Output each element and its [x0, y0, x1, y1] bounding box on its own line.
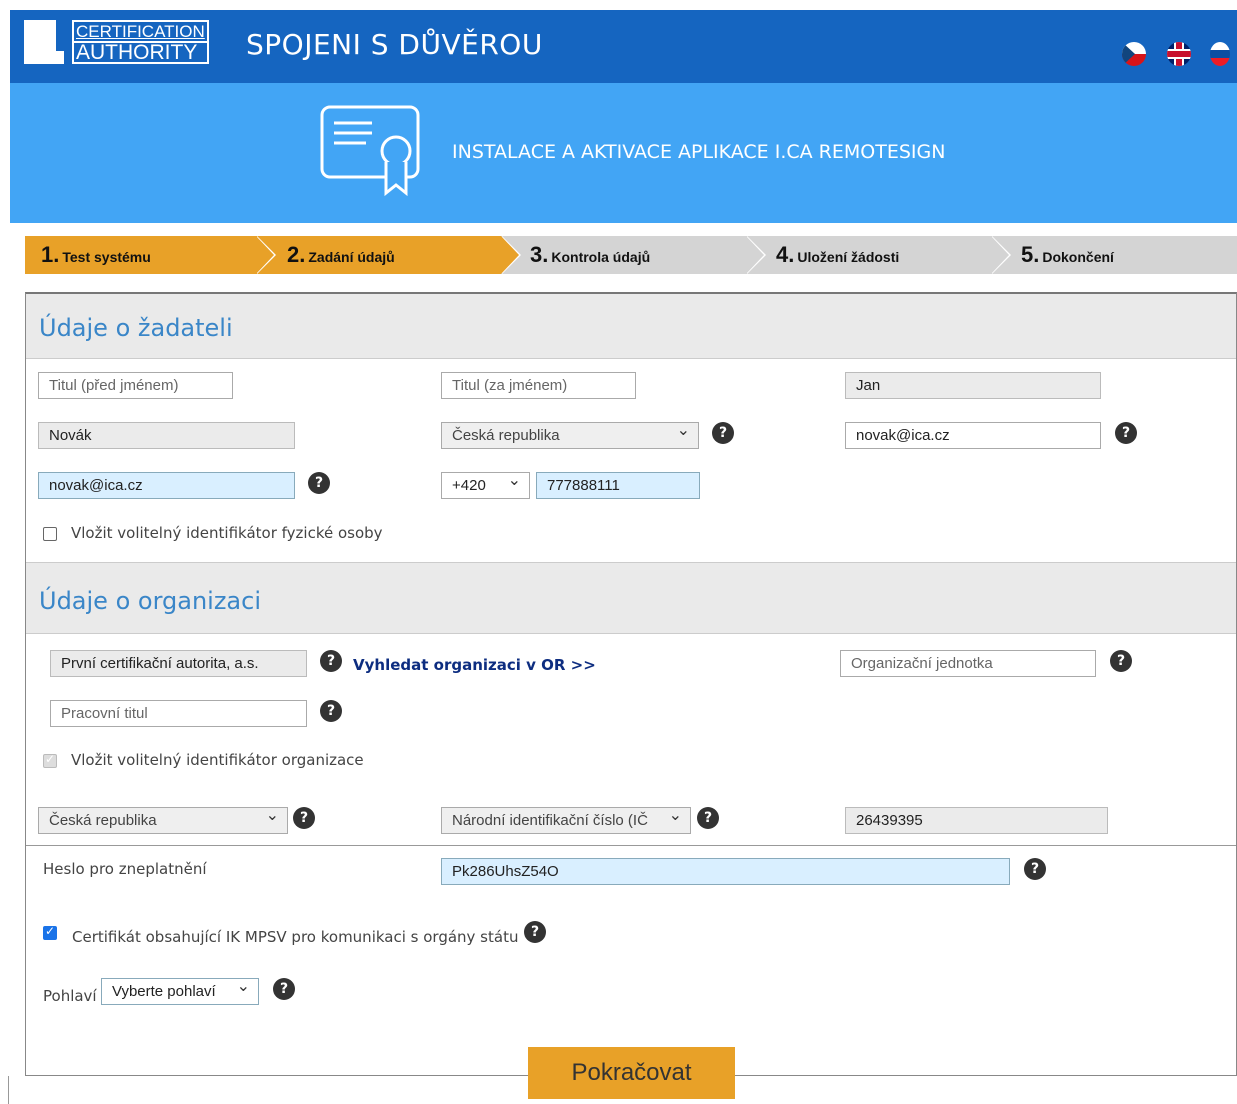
help-icon[interactable]: ?	[308, 472, 330, 494]
logo-text: CERTIFICATION AUTHORITY	[72, 20, 209, 64]
id-type-select[interactable]: Národní identifikační číslo (IČ	[441, 807, 691, 834]
uk-flag-icon[interactable]	[1167, 42, 1191, 66]
help-icon[interactable]: ?	[1115, 422, 1137, 444]
help-icon[interactable]: ?	[1024, 858, 1046, 880]
help-icon[interactable]: ?	[524, 921, 546, 943]
help-icon[interactable]: ?	[293, 807, 315, 829]
email-confirm-field[interactable]: novak@ica.cz	[38, 472, 295, 499]
search-organization-link[interactable]: Vyhledat organizaci v OR >>	[353, 656, 596, 674]
organization-id-field[interactable]: 26439395	[845, 807, 1108, 834]
sk-flag-icon[interactable]	[1210, 42, 1230, 66]
gender-select[interactable]: Vyberte pohlaví	[101, 978, 259, 1005]
ica-logo[interactable]: CERTIFICATION AUTHORITY	[24, 20, 209, 68]
mpsv-checkbox[interactable]	[43, 924, 57, 940]
step-label: Zadání údajů	[308, 249, 395, 265]
revocation-password-label: Heslo pro zneplatnění	[43, 860, 207, 878]
country-select[interactable]: Česká republika	[441, 422, 699, 449]
top-header-bar: CERTIFICATION AUTHORITY SPOJENI S DŮVĚRO…	[10, 10, 1237, 83]
applicant-optional-id-checkbox[interactable]	[43, 527, 57, 541]
help-icon[interactable]: ?	[320, 650, 342, 672]
revocation-password-field[interactable]: Pk286UhsZ54O	[441, 858, 1010, 885]
applicant-optional-id-label: Vložit volitelný identifikátor fyzické o…	[71, 524, 383, 542]
organization-heading: Údaje o organizaci	[39, 587, 261, 615]
help-icon[interactable]: ?	[697, 807, 719, 829]
divider	[26, 845, 1236, 846]
organization-country-select[interactable]: Česká republika	[38, 807, 288, 834]
progress-steps: 1. Test systému 2. Zadání údajů 3. Kontrola…	[25, 236, 1237, 274]
step-label: Test systému	[62, 249, 151, 265]
page-edge-line	[8, 1076, 9, 1104]
help-icon[interactable]: ?	[273, 978, 295, 1000]
first-name-field[interactable]: Jan	[845, 372, 1101, 399]
mpsv-label: Certifikát obsahující IK MPSV pro komuni…	[72, 928, 519, 946]
help-icon[interactable]: ?	[320, 700, 342, 722]
logo-line1: CERTIFICATION	[74, 22, 207, 41]
step-2: 2. Zadání údajů	[256, 236, 521, 274]
organization-optional-id-checkbox[interactable]	[43, 752, 57, 768]
applicant-heading: Údaje o žadateli	[39, 314, 233, 342]
continue-button[interactable]: Pokračovat	[528, 1047, 735, 1099]
organization-name-field[interactable]: První certifikační autorita, a.s.	[50, 650, 307, 677]
phone-prefix-select[interactable]: +420	[441, 472, 530, 499]
certificate-icon	[320, 105, 420, 197]
step-label: Kontrola údajů	[551, 249, 651, 265]
help-icon[interactable]: ?	[1110, 650, 1132, 672]
job-title-input[interactable]: Pracovní titul	[50, 700, 307, 727]
step-label: Dokončení	[1042, 249, 1114, 265]
page-heading: INSTALACE A AKTIVACE APLIKACE I.CA REMOT…	[452, 141, 946, 163]
step-label: Uložení žádosti	[797, 249, 900, 265]
email-field[interactable]: novak@ica.cz	[845, 422, 1101, 449]
last-name-field[interactable]: Novák	[38, 422, 295, 449]
organization-unit-input[interactable]: Organizační jednotka	[840, 650, 1096, 677]
logo-mark	[24, 20, 64, 64]
organization-section-header: Údaje o organizaci	[26, 562, 1236, 634]
cz-flag-icon[interactable]	[1122, 42, 1146, 66]
title-before-input[interactable]: Titul (před jménem)	[38, 372, 233, 399]
gender-label: Pohlaví	[43, 987, 97, 1005]
phone-field[interactable]: 777888111	[536, 472, 700, 499]
logo-line2: AUTHORITY	[74, 42, 207, 63]
title-after-input[interactable]: Titul (za jménem)	[441, 372, 636, 399]
applicant-section-header: Údaje o žadateli	[26, 294, 1236, 359]
application-form: Údaje o žadateli Titul (před jménem) Tit…	[25, 292, 1237, 1076]
brand-title: SPOJENI S DŮVĚROU	[246, 28, 543, 61]
help-icon[interactable]: ?	[712, 422, 734, 444]
organization-optional-id-label: Vložit volitelný identifikátor organizac…	[71, 751, 364, 769]
step-3: 3. Kontrola údajů	[501, 236, 766, 274]
step-4: 4. Uložení žádosti	[746, 236, 1011, 274]
step-5: 5. Dokončení	[991, 236, 1237, 274]
step-1: 1. Test systému	[25, 236, 276, 274]
